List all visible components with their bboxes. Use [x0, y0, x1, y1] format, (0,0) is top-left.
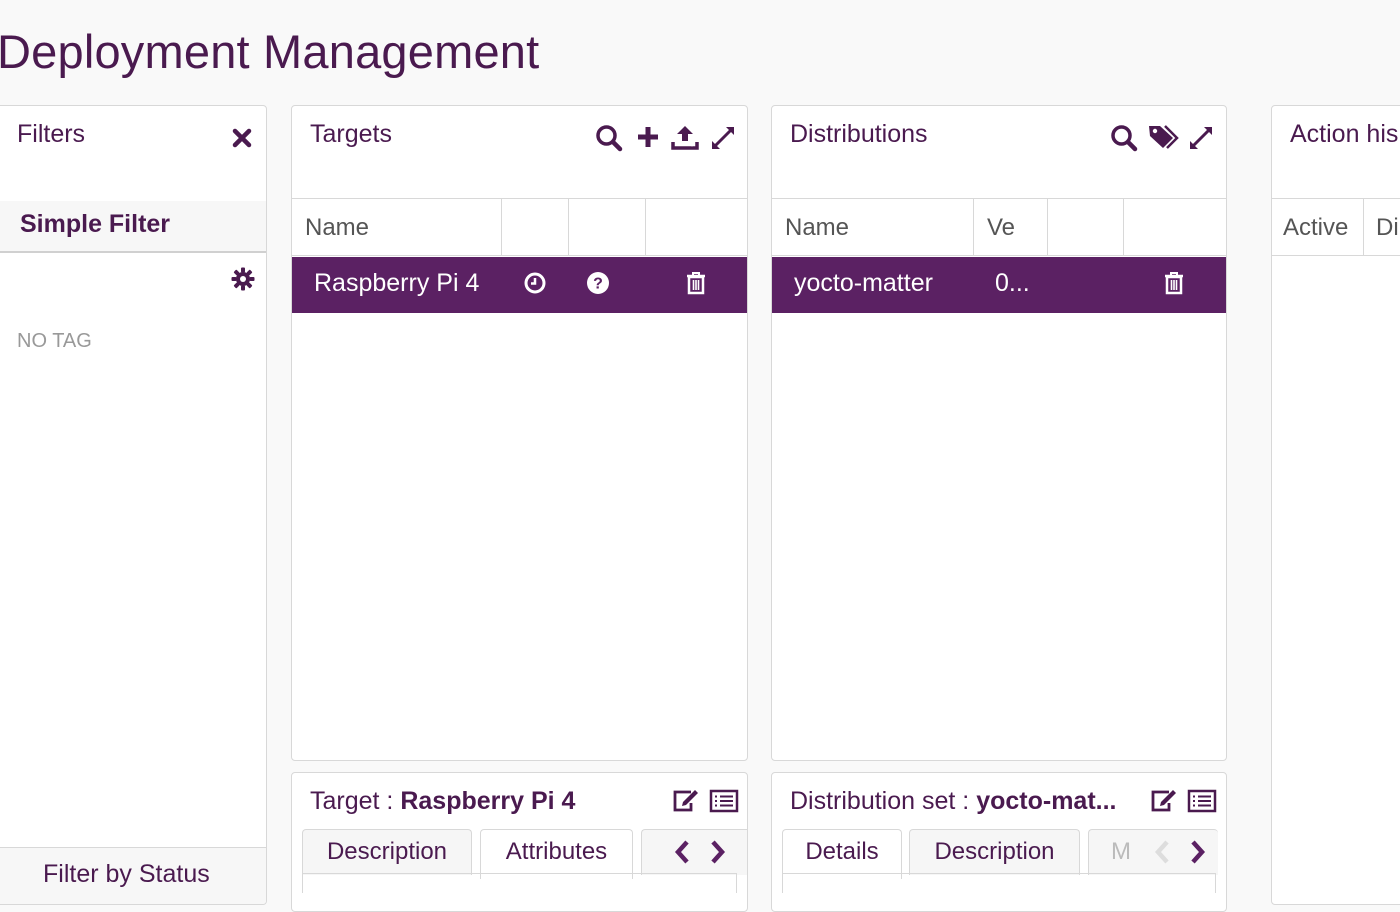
distribution-details-title-prefix: Distribution set :: [790, 787, 977, 815]
list-icon[interactable]: [1186, 787, 1218, 815]
targets-column-4[interactable]: [646, 199, 747, 255]
action-history-title: Action his: [1290, 120, 1399, 148]
filter-by-status-section: Filter by Status: [0, 847, 266, 904]
trash-icon[interactable]: [1163, 271, 1185, 300]
edit-icon[interactable]: [670, 787, 700, 815]
tab-description[interactable]: Description: [302, 829, 472, 875]
distribution-details-title: Distribution set : yocto-mat...: [790, 787, 1116, 816]
distributions-grid-header: Name Ve: [772, 198, 1226, 256]
target-details-tabs: Description Attributes: [302, 829, 747, 879]
distributions-column-name[interactable]: Name: [772, 199, 974, 255]
target-details-title: Target : Raspberry Pi 4: [310, 787, 575, 816]
target-details-title-prefix: Target :: [310, 787, 401, 815]
chevron-right-icon[interactable]: [1186, 837, 1210, 867]
target-name-cell: Raspberry Pi 4: [314, 269, 480, 297]
distribution-details-content: [782, 873, 1216, 893]
upload-icon[interactable]: [670, 122, 700, 152]
action-history-grid-header: Active Di: [1272, 198, 1400, 256]
distributions-title: Distributions: [790, 120, 928, 148]
close-icon[interactable]: [230, 126, 254, 150]
targets-column-2[interactable]: [502, 199, 569, 255]
tab-details[interactable]: Details: [782, 829, 902, 879]
chevron-right-icon[interactable]: [706, 837, 730, 867]
svg-text:?: ?: [593, 276, 603, 293]
action-history-column-active[interactable]: Active: [1272, 199, 1364, 255]
targets-title: Targets: [310, 120, 392, 148]
distributions-column-3[interactable]: [1048, 199, 1124, 255]
search-icon[interactable]: [1109, 123, 1139, 153]
distributions-column-version[interactable]: Ve: [974, 199, 1048, 255]
simple-filter-tab[interactable]: Simple Filter: [0, 201, 266, 253]
distribution-details-title-value: yocto-mat...: [976, 787, 1117, 815]
tab-attributes[interactable]: Attributes: [480, 829, 633, 879]
tags-icon[interactable]: [1147, 122, 1181, 152]
no-tag-filter[interactable]: NO TAG: [17, 330, 92, 353]
add-icon[interactable]: [634, 123, 662, 151]
target-details-panel: Target : Raspberry Pi 4 Description Attr…: [291, 772, 748, 912]
targets-panel: Targets Name Raspberry Pi 4 ?: [291, 105, 748, 761]
filter-by-status-label[interactable]: Filter by Status: [43, 860, 210, 889]
gear-icon[interactable]: [230, 266, 256, 292]
search-icon[interactable]: [594, 123, 624, 153]
filters-panel: Filters Simple Filter NO TAG Filter by S…: [0, 105, 267, 905]
simple-filter-label: Simple Filter: [20, 210, 171, 238]
chevron-left-icon[interactable]: [1150, 837, 1174, 867]
target-details-content: [302, 873, 737, 893]
distribution-details-tabs: Details Description M: [782, 829, 1218, 879]
table-row[interactable]: yocto-matter 0...: [772, 257, 1226, 313]
table-row[interactable]: Raspberry Pi 4 ?: [292, 257, 747, 313]
trash-icon[interactable]: [685, 271, 707, 300]
targets-column-name[interactable]: Name: [292, 199, 502, 255]
tab-description[interactable]: Description: [909, 829, 1080, 875]
expand-icon[interactable]: [708, 123, 738, 153]
action-history-panel: Action his Active Di: [1271, 105, 1400, 905]
targets-column-3[interactable]: [569, 199, 646, 255]
distribution-name-cell: yocto-matter: [794, 269, 933, 297]
tab-overflow: [641, 829, 747, 875]
distribution-details-panel: Distribution set : yocto-mat... Details …: [771, 772, 1227, 912]
targets-grid-header: Name: [292, 198, 747, 256]
list-icon[interactable]: [708, 787, 740, 815]
chevron-left-icon[interactable]: [670, 837, 694, 867]
filters-title: Filters: [17, 120, 86, 148]
target-details-title-value: Raspberry Pi 4: [400, 787, 576, 815]
expand-icon[interactable]: [1186, 123, 1216, 153]
clock-icon[interactable]: [523, 271, 547, 300]
distribution-version-cell: 0...: [995, 269, 1030, 297]
edit-icon[interactable]: [1148, 787, 1178, 815]
distributions-column-4[interactable]: [1124, 199, 1226, 255]
distributions-panel: Distributions Name Ve yocto-matter 0...: [771, 105, 1227, 761]
action-history-column-2[interactable]: Di: [1364, 199, 1400, 255]
question-icon[interactable]: ?: [586, 271, 610, 300]
page-title: Deployment Management: [0, 25, 540, 78]
